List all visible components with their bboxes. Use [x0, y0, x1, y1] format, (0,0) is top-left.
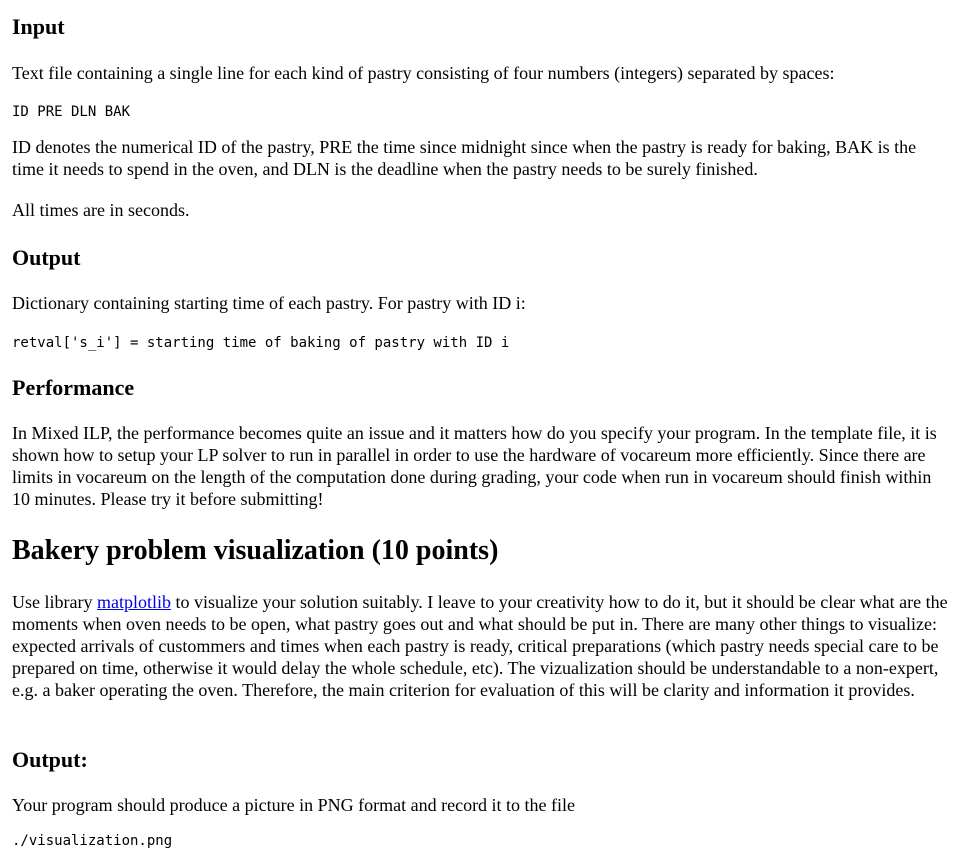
document-page: Input Text file containing a single line… — [0, 0, 961, 868]
matplotlib-link[interactable]: matplotlib — [97, 592, 171, 612]
input-heading: Input — [12, 14, 65, 39]
performance-heading: Performance — [12, 375, 135, 400]
output-heading: Output — [12, 245, 81, 270]
input-description: ID denotes the numerical ID of the pastr… — [12, 137, 917, 179]
visualization-heading: Bakery problem visualization (10 points) — [12, 535, 499, 566]
visualization-text: Use library matplotlib to visualize your… — [12, 591, 952, 701]
input-format-code: ID PRE DLN BAK — [12, 104, 131, 120]
input-units-note: All times are in seconds. — [12, 200, 190, 220]
visualization-text-before-link: Use library — [12, 592, 97, 612]
viz-output-path: ./visualization.png — [12, 833, 173, 849]
input-intro: Text file containing a single line for e… — [12, 63, 835, 83]
viz-output-heading: Output: — [12, 747, 88, 772]
performance-text: In Mixed ILP, the performance becomes qu… — [12, 423, 937, 509]
output-intro: Dictionary containing starting time of e… — [12, 293, 526, 313]
output-code: retval['s_i'] = starting time of baking … — [12, 335, 510, 351]
viz-output-intro: Your program should produce a picture in… — [12, 795, 576, 815]
